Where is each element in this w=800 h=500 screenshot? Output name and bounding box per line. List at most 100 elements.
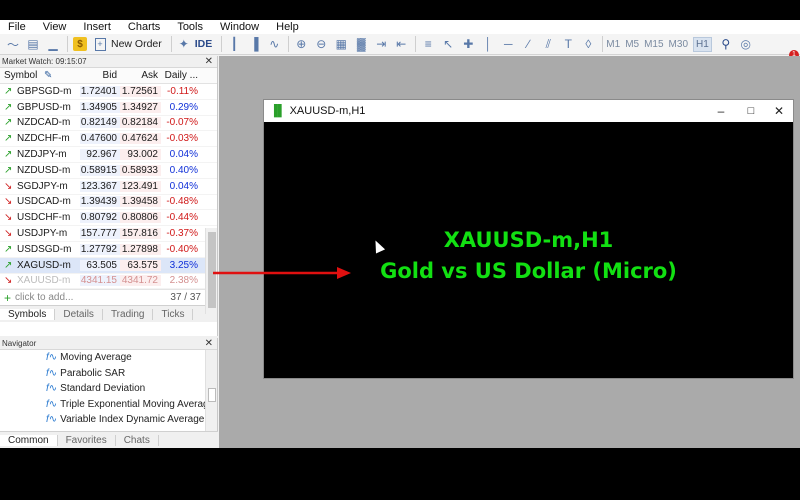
timeframe-m15[interactable]: M15 xyxy=(644,39,663,50)
navigator-folder[interactable]: ∨Oscillators xyxy=(0,428,217,431)
metaeditor-icon[interactable]: ✦ xyxy=(175,35,193,53)
algo-trading-icon[interactable]: $ xyxy=(71,35,89,53)
market-watch-row[interactable]: ↘ SGDJPY-m 123.367 123.491 0.04% xyxy=(0,179,217,195)
tab-ticks[interactable]: Ticks xyxy=(153,308,194,320)
menu-charts[interactable]: Charts xyxy=(128,20,160,34)
market-watch-row[interactable]: ↗ GBPUSD-m 1.34905 1.34927 0.29% xyxy=(0,100,217,116)
market-watch-row[interactable]: ↗ GBPSGD-m 1.72401 1.72561 -0.11% xyxy=(0,84,217,100)
symbol-cell[interactable]: ↗ GBPSGD-m xyxy=(0,86,80,97)
chart-window-titlebar[interactable]: ▐▌ XAUUSD-m,H1 – □ ✕ xyxy=(264,100,793,122)
close-icon[interactable]: ✕ xyxy=(767,100,791,122)
chart-canvas[interactable]: XAUUSD-m,H1 Gold vs US Dollar (Micro) xyxy=(264,122,793,378)
menu-tools[interactable]: Tools xyxy=(177,20,203,34)
market-watch-row[interactable]: ↗ XAGUSD-m 63.505 63.575 3.25% xyxy=(0,257,217,274)
vertical-line-icon[interactable]: │ xyxy=(479,35,497,53)
market-watch-row[interactable]: ↘ USDJPY-m 157.777 157.816 -0.37% xyxy=(0,226,217,242)
auto-scroll-icon[interactable]: ⇥ xyxy=(372,35,390,53)
volumes-icon[interactable]: ▓ xyxy=(352,35,370,53)
edit-symbols-icon[interactable]: ✎ xyxy=(44,70,52,81)
market-watch-row[interactable]: ↗ NZDUSD-m 0.58915 0.58933 0.40% xyxy=(0,163,217,179)
zoom-out-icon[interactable]: ⊖ xyxy=(312,35,330,53)
timeframe-h1[interactable]: H1 xyxy=(693,36,712,52)
symbol-cell[interactable]: ↘ USDCAD-m xyxy=(0,196,80,207)
scroll-thumb[interactable] xyxy=(208,388,216,402)
tab-common[interactable]: Common xyxy=(0,434,58,446)
chart-template-icon[interactable]: ▤ xyxy=(24,35,42,53)
horizontal-line-icon[interactable]: ─ xyxy=(499,35,517,53)
market-watch-row[interactable]: ↗ NZDCHF-m 0.47600 0.47624 -0.03% xyxy=(0,131,217,148)
add-icon[interactable]: + xyxy=(4,291,11,305)
symbol-cell[interactable]: ↗ NZDCAD-m xyxy=(0,117,80,128)
zoom-in-icon[interactable]: ⊕ xyxy=(292,35,310,53)
menu-help[interactable]: Help xyxy=(276,20,299,34)
menu-view[interactable]: View xyxy=(43,20,67,34)
line-chart-icon[interactable]: ∿ xyxy=(265,35,283,53)
menu-file[interactable]: File xyxy=(8,20,26,34)
new-order-button[interactable]: New Order xyxy=(111,38,162,50)
objects-list-icon[interactable]: ≡ xyxy=(419,35,437,53)
navigator-indicator[interactable]: f∿ Moving Average xyxy=(0,350,217,366)
tab-symbols[interactable]: Symbols xyxy=(0,308,56,320)
cursor-icon[interactable]: ↖ xyxy=(439,35,457,53)
market-watch-row[interactable]: ↗ NZDCAD-m 0.82149 0.82184 -0.07% xyxy=(0,116,217,132)
bid-cell: 0.80792 xyxy=(80,212,120,224)
tab-trading[interactable]: Trading xyxy=(103,308,154,320)
maximize-icon[interactable]: □ xyxy=(739,100,763,122)
shapes-icon[interactable]: ◊ xyxy=(579,35,597,53)
column-ask[interactable]: Ask xyxy=(120,70,161,81)
market-watch-row[interactable]: ↘ USDCHF-m 0.80792 0.80806 -0.44% xyxy=(0,210,217,227)
menu-insert[interactable]: Insert xyxy=(83,20,111,34)
symbol-cell[interactable]: ↗ GBPUSD-m xyxy=(0,102,80,113)
market-watch-row[interactable]: ↗ NZDJPY-m 92.967 93.002 0.04% xyxy=(0,147,217,163)
tab-details[interactable]: Details xyxy=(55,308,103,320)
chart-window[interactable]: ▐▌ XAUUSD-m,H1 – □ ✕ XAUUSD-m,H1 Gold vs… xyxy=(263,99,794,379)
symbol-cell[interactable]: ↗ NZDUSD-m xyxy=(0,165,80,176)
new-order-icon[interactable]: + xyxy=(91,35,109,53)
symbol-cell[interactable]: ↗ NZDCHF-m xyxy=(0,133,80,144)
candlestick-icon[interactable]: ▐ xyxy=(245,35,263,53)
timeframe-m1[interactable]: M1 xyxy=(606,39,620,50)
column-bid[interactable]: Bid xyxy=(80,70,120,81)
indicators-icon[interactable]: ▁ xyxy=(44,35,62,53)
search-icon[interactable]: ⚲ xyxy=(717,35,735,53)
tile-windows-icon[interactable]: ▦ xyxy=(332,35,350,53)
add-symbol-input[interactable]: click to add... xyxy=(15,292,73,303)
market-watch-row[interactable]: ↘ USDCAD-m 1.39439 1.39458 -0.48% xyxy=(0,195,217,211)
navigator-scrollbar[interactable] xyxy=(205,350,217,432)
menu-window[interactable]: Window xyxy=(220,20,259,34)
chart-shift-icon[interactable]: ⇤ xyxy=(392,35,410,53)
navigator-indicator[interactable]: f∿ Triple Exponential Moving Average xyxy=(0,397,217,413)
timeframe-m5[interactable]: M5 xyxy=(625,39,639,50)
channel-icon[interactable]: ⫽ xyxy=(539,35,557,53)
navigator-indicator[interactable]: f∿ Variable Index Dynamic Average xyxy=(0,412,217,428)
market-watch-row[interactable]: ↗ USDSGD-m 1.27792 1.27898 -0.40% xyxy=(0,242,217,258)
bar-chart-icon[interactable]: ┃ xyxy=(225,35,243,53)
timeframe-m30[interactable]: M30 xyxy=(669,39,688,50)
symbol-cell[interactable]: ↗ NZDJPY-m xyxy=(0,149,80,160)
symbol-cell[interactable]: ↗ XAGUSD-m xyxy=(0,260,80,271)
navigator-indicator[interactable]: f∿ Standard Deviation xyxy=(0,381,217,397)
symbol-name: GBPSGD-m xyxy=(17,85,72,97)
column-daily-change[interactable]: Daily ... xyxy=(161,70,202,81)
tab-chats[interactable]: Chats xyxy=(116,434,159,446)
tab-favorites[interactable]: Favorites xyxy=(58,434,116,446)
symbol-cell[interactable]: ↗ USDSGD-m xyxy=(0,244,80,255)
market-watch-row[interactable]: ↘ XAUUSD-m 4341.15 4341.72 2.38% xyxy=(0,274,217,290)
symbol-cell[interactable]: ↘ XAUUSD-m xyxy=(0,275,80,286)
close-icon[interactable]: ✕ xyxy=(205,56,213,68)
notifications-icon[interactable]: ◎ xyxy=(737,35,755,53)
column-symbol[interactable]: Symbol ✎ xyxy=(0,70,80,81)
crosshair-icon[interactable]: ✚ xyxy=(459,35,477,53)
symbol-cell[interactable]: ↘ SGDJPY-m xyxy=(0,181,80,192)
symbol-cell[interactable]: ↘ USDCHF-m xyxy=(0,212,80,223)
toolbar-separator xyxy=(602,36,604,52)
navigator-indicator[interactable]: f∿ Parabolic SAR xyxy=(0,366,217,382)
minimize-icon[interactable]: – xyxy=(709,100,733,122)
trendline-icon[interactable]: ∕ xyxy=(519,35,537,53)
close-icon[interactable]: ✕ xyxy=(205,338,213,350)
indicator-icon: f∿ xyxy=(46,383,58,395)
ide-button[interactable]: IDE xyxy=(195,38,213,50)
symbol-cell[interactable]: ↘ USDJPY-m xyxy=(0,228,80,239)
chart-type-icon[interactable]: 〜 xyxy=(4,35,22,53)
text-tool-icon[interactable]: T xyxy=(559,35,577,53)
